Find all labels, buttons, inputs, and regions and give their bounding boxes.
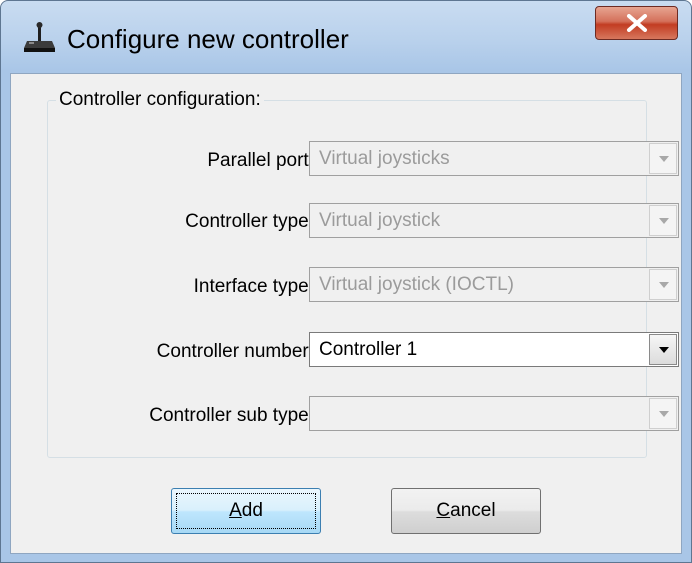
interface-type-combo: Virtual joystick (IOCTL) (309, 267, 679, 302)
controller-number-dropdown-button[interactable] (649, 334, 677, 365)
chevron-down-icon (659, 411, 669, 417)
controller-type-dropdown-button (649, 205, 677, 236)
controller-type-label: Controller type: (185, 211, 314, 232)
cancel-button-label: Cancel (436, 500, 496, 521)
title-bar[interactable]: Configure new controller (1, 1, 691, 73)
add-button-label: Add (229, 500, 263, 521)
controller-sub-type-combo (309, 396, 679, 431)
controller-number-label: Controller number: (156, 341, 314, 362)
chevron-down-icon (659, 282, 669, 288)
controller-number-value: Controller 1 (319, 339, 418, 360)
controller-number-combo[interactable]: Controller 1 (309, 332, 679, 367)
close-icon (627, 14, 647, 32)
dialog-window: Configure new controller Controller conf… (0, 0, 692, 563)
window-title: Configure new controller (67, 24, 349, 54)
dialog-client-area: Controller configuration: Parallel port:… (10, 73, 682, 554)
parallel-port-combo: Virtual joysticks (309, 141, 679, 176)
parallel-port-dropdown-button (649, 143, 677, 174)
chevron-down-icon (659, 347, 669, 353)
controller-sub-type-label: Controller sub type: (149, 405, 314, 426)
chevron-down-icon (659, 156, 669, 162)
close-button[interactable] (595, 6, 678, 40)
interface-type-value: Virtual joystick (IOCTL) (319, 274, 514, 295)
joystick-icon (23, 21, 57, 55)
interface-type-label: Interface type: (193, 276, 314, 297)
controller-sub-type-dropdown-button (649, 398, 677, 429)
chevron-down-icon (659, 218, 669, 224)
controller-type-combo: Virtual joystick (309, 203, 679, 238)
parallel-port-label: Parallel port: (207, 150, 314, 171)
add-button[interactable]: Add (171, 488, 321, 534)
group-label: Controller configuration: (56, 89, 264, 111)
interface-type-dropdown-button (649, 269, 677, 300)
parallel-port-value: Virtual joysticks (319, 148, 450, 169)
cancel-button[interactable]: Cancel (391, 488, 541, 534)
controller-configuration-group: Controller configuration: Parallel port:… (47, 89, 679, 458)
controller-type-value: Virtual joystick (319, 210, 441, 231)
